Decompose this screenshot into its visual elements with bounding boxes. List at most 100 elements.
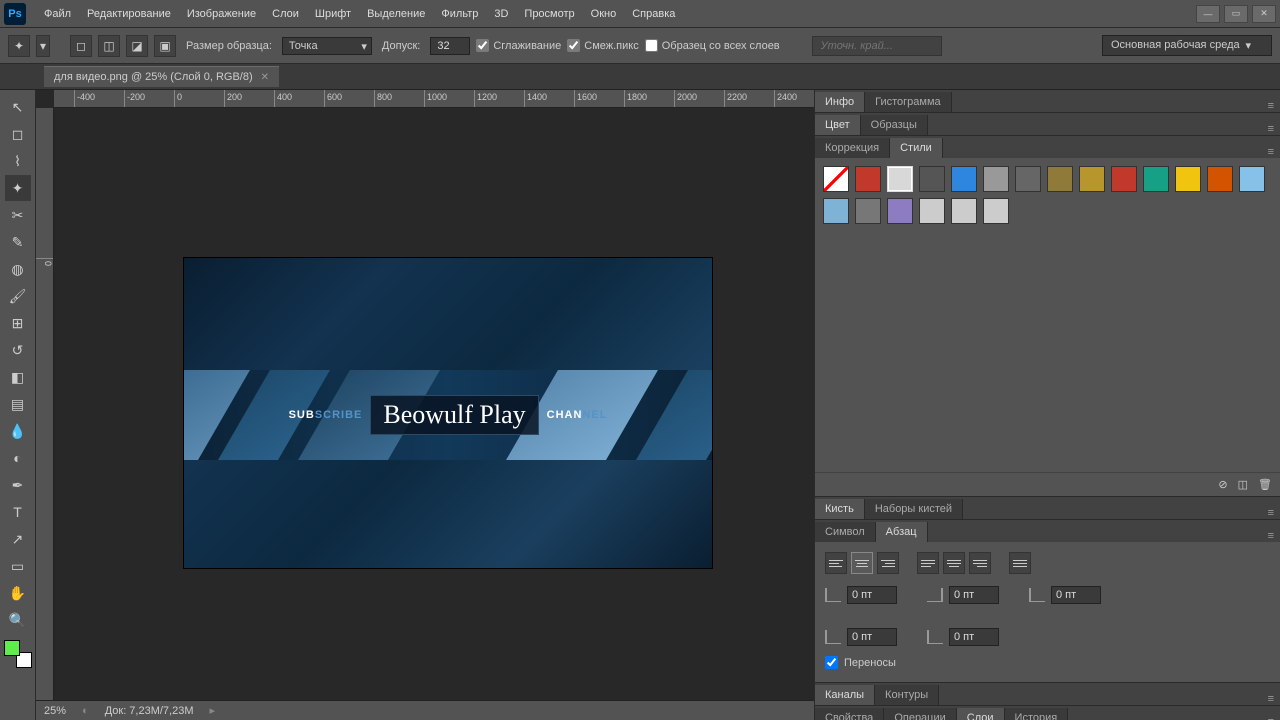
panel-menu-icon[interactable]: ≡	[1262, 716, 1280, 720]
style-swatch[interactable]	[855, 198, 881, 224]
menu-Слои[interactable]: Слои	[264, 4, 307, 24]
dodge-tool[interactable]: ◐	[5, 445, 31, 471]
selection-subtract-icon[interactable]: ◪	[126, 35, 148, 57]
tab-brush-presets[interactable]: Наборы кистей	[865, 499, 963, 519]
type-tool[interactable]: T	[5, 499, 31, 525]
tab-properties[interactable]: Свойства	[815, 708, 884, 720]
tab-info[interactable]: Инфо	[815, 92, 865, 112]
style-swatch[interactable]	[951, 166, 977, 192]
move-tool[interactable]: ↖	[5, 94, 31, 120]
ruler-vertical[interactable]: 0	[36, 108, 54, 700]
menu-Окно[interactable]: Окно	[583, 4, 625, 24]
magic-wand-icon[interactable]: ✦	[8, 35, 30, 57]
space-after-input[interactable]	[949, 628, 999, 646]
foreground-color[interactable]	[4, 640, 20, 656]
panel-menu-icon[interactable]: ≡	[1262, 693, 1280, 705]
tab-histogram[interactable]: Гистограмма	[865, 92, 952, 112]
antialias-checkbox[interactable]: Сглаживание	[476, 39, 561, 52]
zoom-tool[interactable]: 🔍	[5, 607, 31, 633]
menu-Просмотр[interactable]: Просмотр	[516, 4, 582, 24]
dropdown-arrow-icon[interactable]: ▾	[36, 35, 50, 57]
tab-history[interactable]: История	[1005, 708, 1069, 720]
style-swatch[interactable]	[919, 198, 945, 224]
menu-Изображение[interactable]: Изображение	[179, 4, 264, 24]
tab-character[interactable]: Символ	[815, 522, 876, 542]
menu-Файл[interactable]: Файл	[36, 4, 79, 24]
tab-paths[interactable]: Контуры	[875, 685, 939, 705]
panel-menu-icon[interactable]: ≡	[1262, 146, 1280, 158]
tab-brush[interactable]: Кисть	[815, 499, 865, 519]
indent-right-input[interactable]	[949, 586, 999, 604]
tab-channels[interactable]: Каналы	[815, 685, 875, 705]
tolerance-input[interactable]	[430, 37, 470, 55]
tab-layers[interactable]: Слои	[957, 708, 1005, 720]
hyphenate-checkbox[interactable]: Переносы	[825, 656, 1270, 669]
indent-left-input[interactable]	[847, 586, 897, 604]
history-brush-tool[interactable]: ↺	[5, 337, 31, 363]
lasso-tool[interactable]: ⌇	[5, 148, 31, 174]
crop-tool[interactable]: ✂	[5, 202, 31, 228]
new-style-icon[interactable]: ◫	[1238, 478, 1248, 491]
space-before-input[interactable]	[847, 628, 897, 646]
marquee-tool[interactable]: ◻	[5, 121, 31, 147]
eyedropper-tool[interactable]: ✎	[5, 229, 31, 255]
close-button[interactable]: ✕	[1252, 5, 1276, 23]
blur-tool[interactable]: 💧	[5, 418, 31, 444]
style-swatch[interactable]	[919, 166, 945, 192]
tab-styles[interactable]: Стили	[890, 138, 943, 158]
menu-3D[interactable]: 3D	[486, 4, 516, 24]
justify-all-button[interactable]	[1009, 552, 1031, 574]
tab-paragraph[interactable]: Абзац	[876, 522, 928, 542]
style-swatch[interactable]	[1111, 166, 1137, 192]
brush-tool[interactable]: 🖌	[5, 283, 31, 309]
style-swatch[interactable]	[887, 166, 913, 192]
color-swatches[interactable]	[4, 640, 32, 668]
eraser-tool[interactable]: ◧	[5, 364, 31, 390]
menu-Шрифт[interactable]: Шрифт	[307, 4, 359, 24]
shape-tool[interactable]: ▭	[5, 553, 31, 579]
selection-new-icon[interactable]: ◻	[70, 35, 92, 57]
delete-style-icon[interactable]: 🗑	[1258, 478, 1272, 491]
style-swatch[interactable]	[1175, 166, 1201, 192]
tab-color[interactable]: Цвет	[815, 115, 861, 135]
stamp-tool[interactable]: ⊞	[5, 310, 31, 336]
path-tool[interactable]: ↗	[5, 526, 31, 552]
menu-Выделение[interactable]: Выделение	[359, 4, 433, 24]
menu-Справка[interactable]: Справка	[624, 4, 683, 24]
gradient-tool[interactable]: ▤	[5, 391, 31, 417]
menu-Редактирование[interactable]: Редактирование	[79, 4, 179, 24]
style-swatch[interactable]	[1207, 166, 1233, 192]
workspace-select[interactable]: Основная рабочая среда▾	[1102, 35, 1272, 56]
pen-tool[interactable]: ✒	[5, 472, 31, 498]
tab-actions[interactable]: Операции	[884, 708, 956, 720]
document-tab[interactable]: для видео.png @ 25% (Слой 0, RGB/8) ✕	[44, 66, 279, 87]
canvas[interactable]: SUBSCRIBE Beowulf Play CHANNEL	[54, 108, 814, 700]
style-swatch[interactable]	[951, 198, 977, 224]
justify-center-button[interactable]	[943, 552, 965, 574]
panel-menu-icon[interactable]: ≡	[1262, 123, 1280, 135]
style-swatch[interactable]	[1079, 166, 1105, 192]
all-layers-checkbox[interactable]: Образец со всех слоев	[645, 39, 780, 52]
justify-right-button[interactable]	[969, 552, 991, 574]
magic-wand-tool[interactable]: ✦	[5, 175, 31, 201]
refine-edge-button[interactable]	[812, 36, 942, 56]
healing-tool[interactable]: ◍	[5, 256, 31, 282]
justify-left-button[interactable]	[917, 552, 939, 574]
selection-add-icon[interactable]: ◫	[98, 35, 120, 57]
style-swatch[interactable]	[855, 166, 881, 192]
contiguous-checkbox[interactable]: Смеж.пикс	[567, 39, 638, 52]
hand-tool[interactable]: ✋	[5, 580, 31, 606]
align-center-button[interactable]	[851, 552, 873, 574]
close-tab-icon[interactable]: ✕	[261, 72, 269, 83]
maximize-button[interactable]: ▭	[1224, 5, 1248, 23]
style-swatch[interactable]	[823, 166, 849, 192]
clear-style-icon[interactable]: ⊘	[1218, 478, 1227, 491]
style-swatch[interactable]	[1015, 166, 1041, 192]
zoom-level[interactable]: 25%	[44, 705, 66, 717]
indent-first-input[interactable]	[1051, 586, 1101, 604]
minimize-button[interactable]: —	[1196, 5, 1220, 23]
panel-menu-icon[interactable]: ≡	[1262, 507, 1280, 519]
ruler-horizontal[interactable]: -400-20002004006008001000120014001600180…	[54, 90, 814, 108]
align-right-button[interactable]	[877, 552, 899, 574]
style-swatch[interactable]	[887, 198, 913, 224]
